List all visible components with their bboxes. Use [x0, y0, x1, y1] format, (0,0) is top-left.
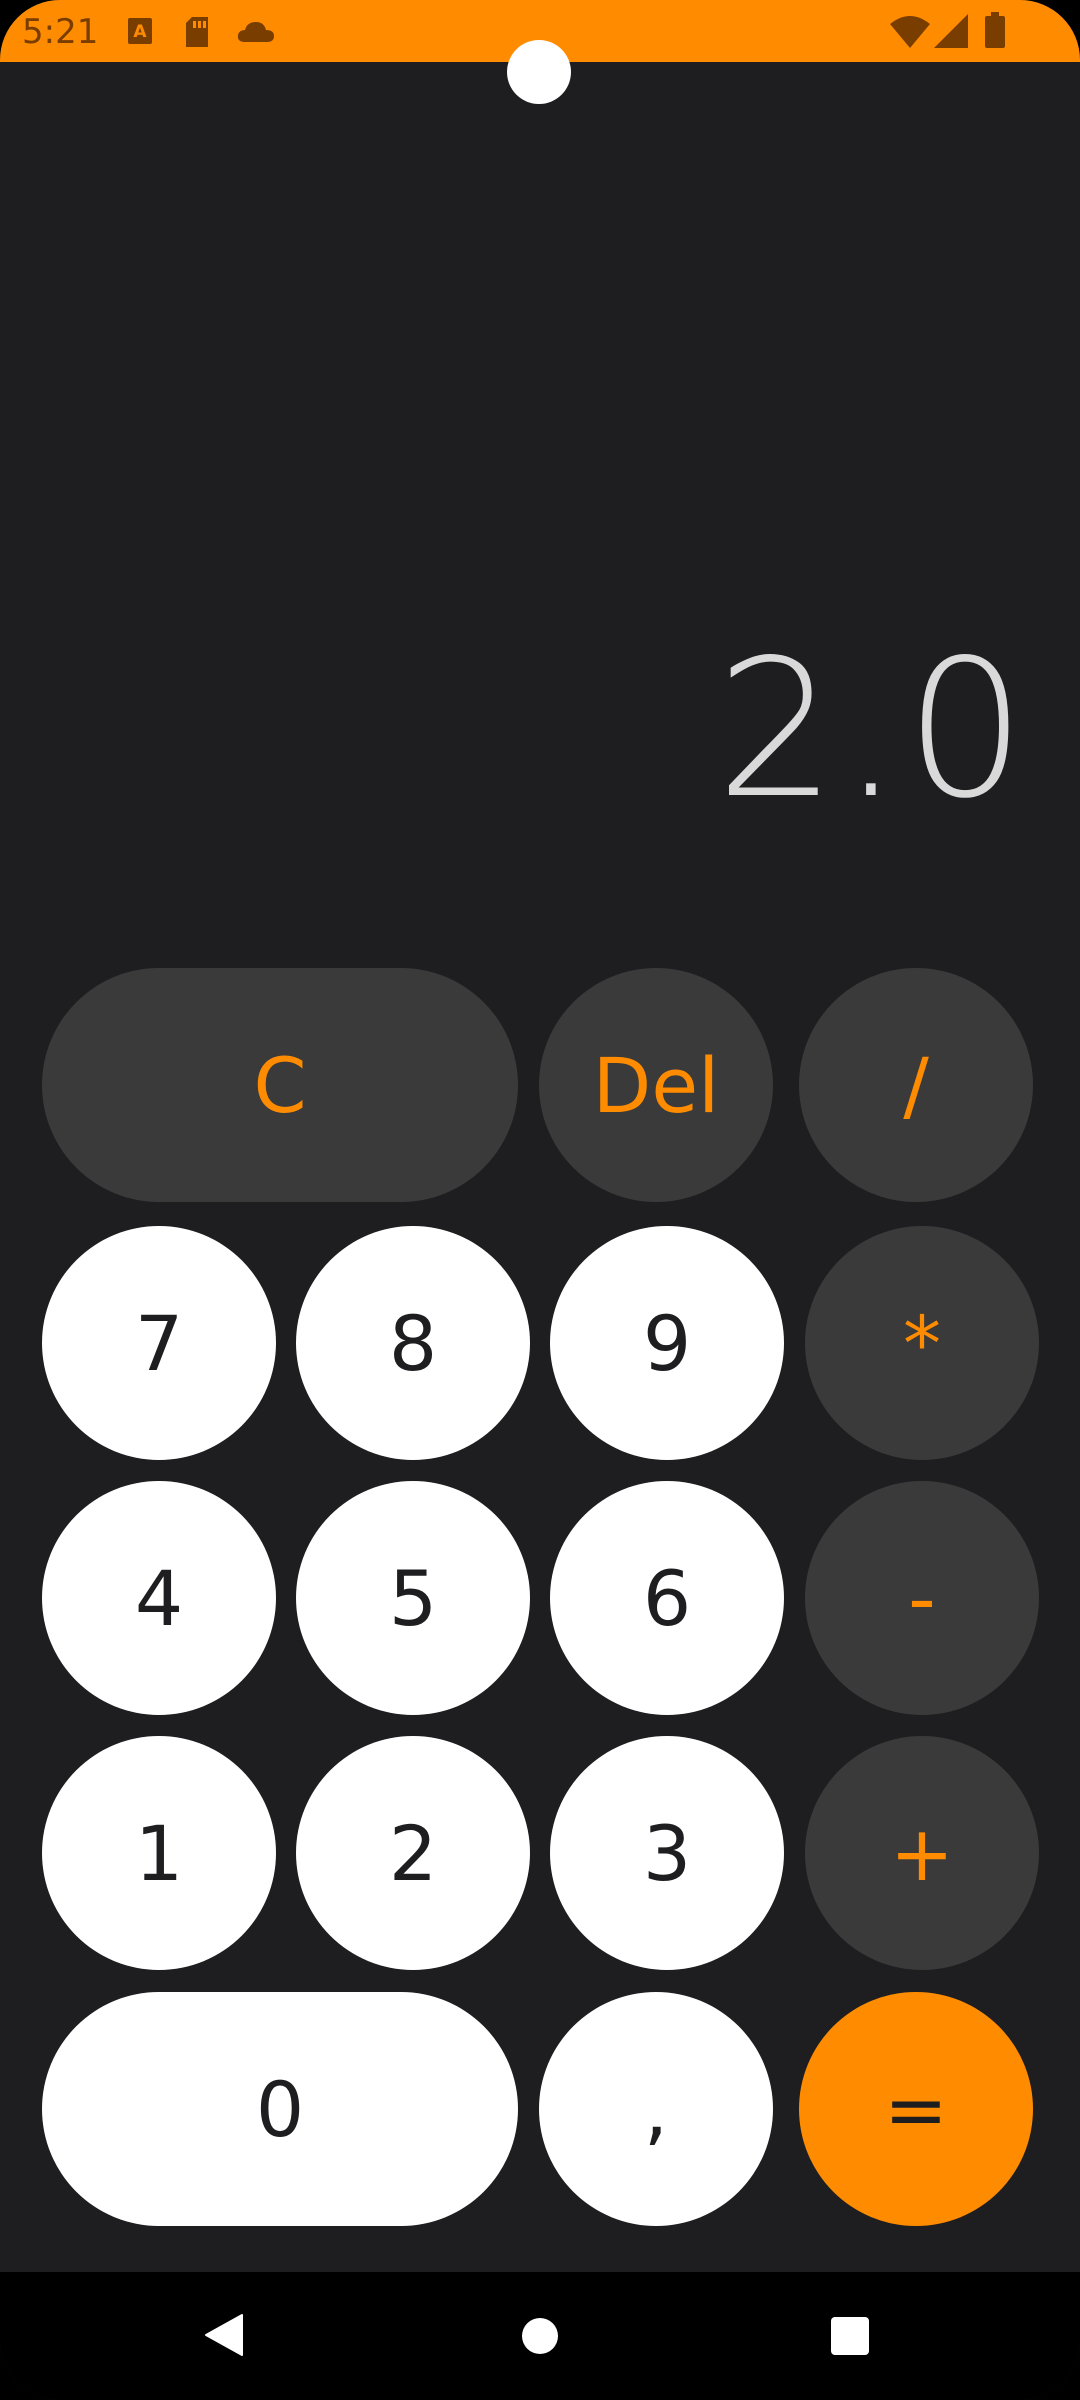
clear-button[interactable]: C	[42, 968, 518, 1202]
multiply-button[interactable]: *	[805, 1226, 1039, 1460]
result-display: 2.0	[715, 619, 1030, 840]
subtract-button[interactable]: -	[805, 1481, 1039, 1715]
digit-8-button[interactable]: 8	[296, 1226, 530, 1460]
digit-4-button[interactable]: 4	[42, 1481, 276, 1715]
divide-button[interactable]: /	[799, 968, 1033, 1202]
add-button[interactable]: +	[805, 1736, 1039, 1970]
digit-1-button[interactable]: 1	[42, 1736, 276, 1970]
recents-icon[interactable]	[830, 2316, 870, 2360]
digit-5-button[interactable]: 5	[296, 1481, 530, 1715]
delete-button[interactable]: Del	[539, 968, 773, 1202]
sd-card-icon	[184, 16, 210, 52]
svg-text:A: A	[133, 22, 147, 42]
text-a-icon: A	[127, 16, 153, 50]
battery-icon	[984, 12, 1006, 52]
status-time: 5:21	[22, 12, 99, 52]
comma-button[interactable]: ,	[539, 1992, 773, 2226]
equals-button[interactable]: =	[799, 1992, 1033, 2226]
home-icon[interactable]	[521, 2317, 559, 2359]
digit-9-button[interactable]: 9	[550, 1226, 784, 1460]
digit-3-button[interactable]: 3	[550, 1736, 784, 1970]
digit-0-button[interactable]: 0	[42, 1992, 518, 2226]
digit-7-button[interactable]: 7	[42, 1226, 276, 1460]
navigation-bar	[0, 2272, 1080, 2400]
calculator-screen: 5:21 A 2.0 C Del / 7 8 9 * 4 5 6 - 1 2 3…	[0, 0, 1080, 2400]
wifi-icon	[890, 14, 930, 52]
camera-cutout	[507, 40, 571, 104]
cloud-icon	[236, 20, 276, 48]
digit-6-button[interactable]: 6	[550, 1481, 784, 1715]
signal-icon	[934, 14, 968, 52]
back-icon[interactable]	[204, 2313, 244, 2361]
digit-2-button[interactable]: 2	[296, 1736, 530, 1970]
